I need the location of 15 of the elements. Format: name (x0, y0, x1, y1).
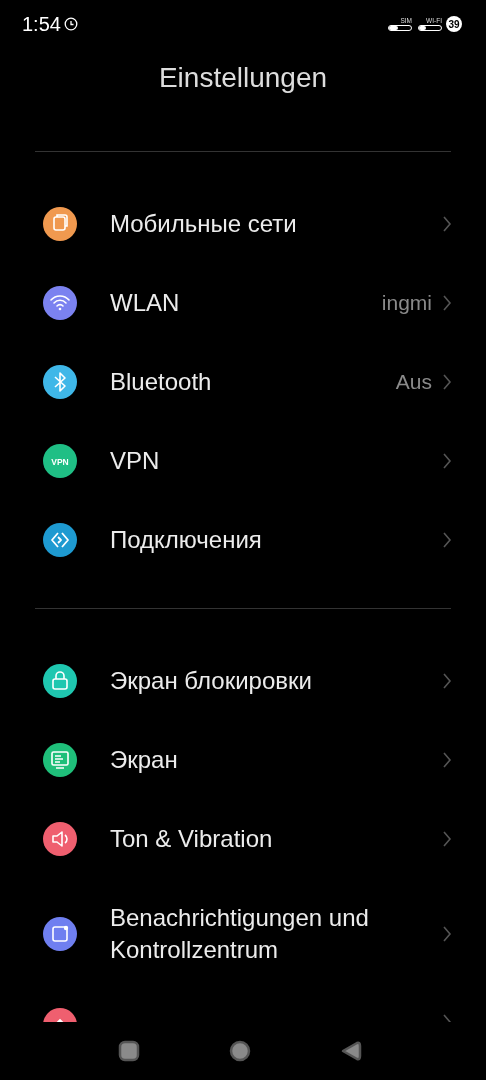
setting-label[interactable]: Bluetooth (110, 365, 396, 398)
page-title: Einstellungen (157, 60, 329, 95)
setting-value: Aus (395, 369, 432, 394)
setting-label[interactable]: Ton & Vibration (110, 822, 442, 855)
vpn-icon: VPN (42, 442, 78, 479)
setting-label[interactable]: Экран блокировки (110, 664, 442, 697)
setting-label[interactable]: WLAN (110, 286, 382, 319)
setting-label[interactable]: VPN (110, 444, 442, 477)
setting-label[interactable]: Подключения (110, 523, 442, 556)
setting-label[interactable]: Мобильные сети (110, 207, 442, 240)
setting-value: ingmi (381, 290, 432, 315)
clock-time: 1:54 (22, 12, 61, 36)
setting-label[interactable]: Benachrichtigungen und Kontrollzentrum (110, 902, 442, 966)
battery-level: 39 (446, 16, 462, 32)
setting-label[interactable]: Экран (110, 743, 442, 776)
